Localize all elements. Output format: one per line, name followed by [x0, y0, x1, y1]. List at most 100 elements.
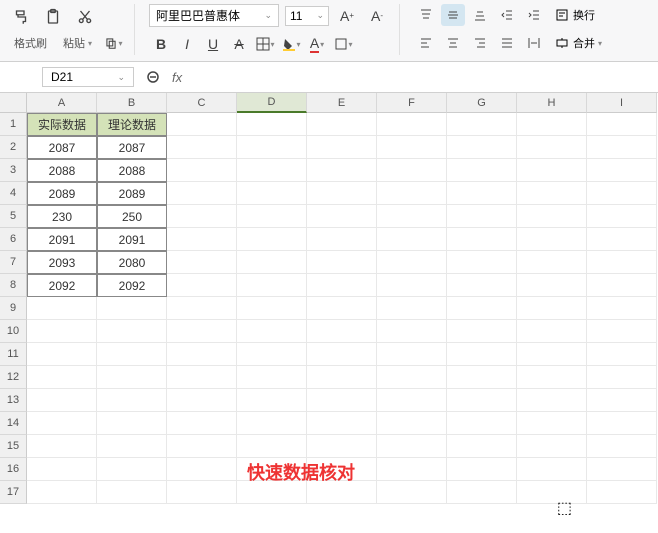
- cell-H3[interactable]: [517, 159, 587, 182]
- cell-H5[interactable]: [517, 205, 587, 228]
- cell-E14[interactable]: [307, 412, 377, 435]
- cell-G6[interactable]: [447, 228, 517, 251]
- cell-E9[interactable]: [307, 297, 377, 320]
- cell-E7[interactable]: [307, 251, 377, 274]
- cell-H12[interactable]: [517, 366, 587, 389]
- row-header-10[interactable]: 10: [0, 320, 27, 343]
- bold-button[interactable]: B: [149, 33, 173, 55]
- cell-I14[interactable]: [587, 412, 657, 435]
- cut-icon[interactable]: [72, 4, 98, 30]
- font-color-button[interactable]: A▾: [305, 33, 329, 55]
- copy-icon[interactable]: ▾: [102, 32, 124, 54]
- cell-G1[interactable]: [447, 113, 517, 136]
- cell-D2[interactable]: [237, 136, 307, 159]
- cell-F16[interactable]: [377, 458, 447, 481]
- cell-H4[interactable]: [517, 182, 587, 205]
- cell-F5[interactable]: [377, 205, 447, 228]
- cell-F8[interactable]: [377, 274, 447, 297]
- cell-A4[interactable]: 2089: [27, 182, 97, 205]
- cell-C9[interactable]: [167, 297, 237, 320]
- cell-D11[interactable]: [237, 343, 307, 366]
- cell-F11[interactable]: [377, 343, 447, 366]
- cell-F2[interactable]: [377, 136, 447, 159]
- cell-F1[interactable]: [377, 113, 447, 136]
- cell-G7[interactable]: [447, 251, 517, 274]
- cell-E8[interactable]: [307, 274, 377, 297]
- cell-I2[interactable]: [587, 136, 657, 159]
- cell-E11[interactable]: [307, 343, 377, 366]
- row-header-5[interactable]: 5: [0, 205, 27, 228]
- cell-G11[interactable]: [447, 343, 517, 366]
- cell-A9[interactable]: [27, 297, 97, 320]
- cell-C12[interactable]: [167, 366, 237, 389]
- cell-H9[interactable]: [517, 297, 587, 320]
- cell-C8[interactable]: [167, 274, 237, 297]
- cell-E1[interactable]: [307, 113, 377, 136]
- cell-C16[interactable]: [167, 458, 237, 481]
- cell-G9[interactable]: [447, 297, 517, 320]
- decrease-indent-button[interactable]: [495, 4, 519, 26]
- cell-D7[interactable]: [237, 251, 307, 274]
- cell-H7[interactable]: [517, 251, 587, 274]
- cell-E12[interactable]: [307, 366, 377, 389]
- fill-color-button[interactable]: ▾: [279, 33, 303, 55]
- cell-A3[interactable]: 2088: [27, 159, 97, 182]
- cell-D9[interactable]: [237, 297, 307, 320]
- align-bottom-button[interactable]: [468, 4, 492, 26]
- cell-F12[interactable]: [377, 366, 447, 389]
- align-middle-button[interactable]: [441, 4, 465, 26]
- cancel-formula-icon[interactable]: [142, 66, 164, 88]
- cell-D6[interactable]: [237, 228, 307, 251]
- cell-I17[interactable]: [587, 481, 657, 504]
- distribute-button[interactable]: [522, 32, 546, 54]
- cell-A1[interactable]: 实际数据: [27, 113, 97, 136]
- cell-I10[interactable]: [587, 320, 657, 343]
- cell-G16[interactable]: [447, 458, 517, 481]
- cell-G8[interactable]: [447, 274, 517, 297]
- cell-D15[interactable]: [237, 435, 307, 458]
- cell-C17[interactable]: [167, 481, 237, 504]
- cell-F14[interactable]: [377, 412, 447, 435]
- cell-B6[interactable]: 2091: [97, 228, 167, 251]
- cell-G2[interactable]: [447, 136, 517, 159]
- cell-B16[interactable]: [97, 458, 167, 481]
- row-header-9[interactable]: 9: [0, 297, 27, 320]
- cell-H8[interactable]: [517, 274, 587, 297]
- formula-bar-input[interactable]: [190, 70, 652, 84]
- cell-A12[interactable]: [27, 366, 97, 389]
- cell-B3[interactable]: 2088: [97, 159, 167, 182]
- cell-G12[interactable]: [447, 366, 517, 389]
- cell-B17[interactable]: [97, 481, 167, 504]
- cell-E4[interactable]: [307, 182, 377, 205]
- cell-D13[interactable]: [237, 389, 307, 412]
- cell-I16[interactable]: [587, 458, 657, 481]
- borders-button[interactable]: ▾: [253, 33, 277, 55]
- cell-D5[interactable]: [237, 205, 307, 228]
- row-header-15[interactable]: 15: [0, 435, 27, 458]
- cell-C2[interactable]: [167, 136, 237, 159]
- merge-cells-button[interactable]: 合并▾: [549, 32, 608, 54]
- cell-C3[interactable]: [167, 159, 237, 182]
- cell-B12[interactable]: [97, 366, 167, 389]
- row-header-11[interactable]: 11: [0, 343, 27, 366]
- font-family-select[interactable]: 阿里巴巴普惠体⌄: [149, 4, 279, 27]
- cell-G3[interactable]: [447, 159, 517, 182]
- paste-icon[interactable]: [40, 4, 66, 30]
- column-header-A[interactable]: A: [27, 93, 97, 113]
- cell-B8[interactable]: 2092: [97, 274, 167, 297]
- cell-G5[interactable]: [447, 205, 517, 228]
- cell-A7[interactable]: 2093: [27, 251, 97, 274]
- row-header-16[interactable]: 16: [0, 458, 27, 481]
- cell-F9[interactable]: [377, 297, 447, 320]
- strikethrough-button[interactable]: A: [227, 33, 251, 55]
- font-size-select[interactable]: 11⌄: [285, 6, 329, 26]
- cell-I4[interactable]: [587, 182, 657, 205]
- cell-B14[interactable]: [97, 412, 167, 435]
- cell-E13[interactable]: [307, 389, 377, 412]
- row-header-6[interactable]: 6: [0, 228, 27, 251]
- cell-B9[interactable]: [97, 297, 167, 320]
- cell-H17[interactable]: [517, 481, 587, 504]
- cell-A5[interactable]: 230: [27, 205, 97, 228]
- cell-H6[interactable]: [517, 228, 587, 251]
- underline-button[interactable]: U: [201, 33, 225, 55]
